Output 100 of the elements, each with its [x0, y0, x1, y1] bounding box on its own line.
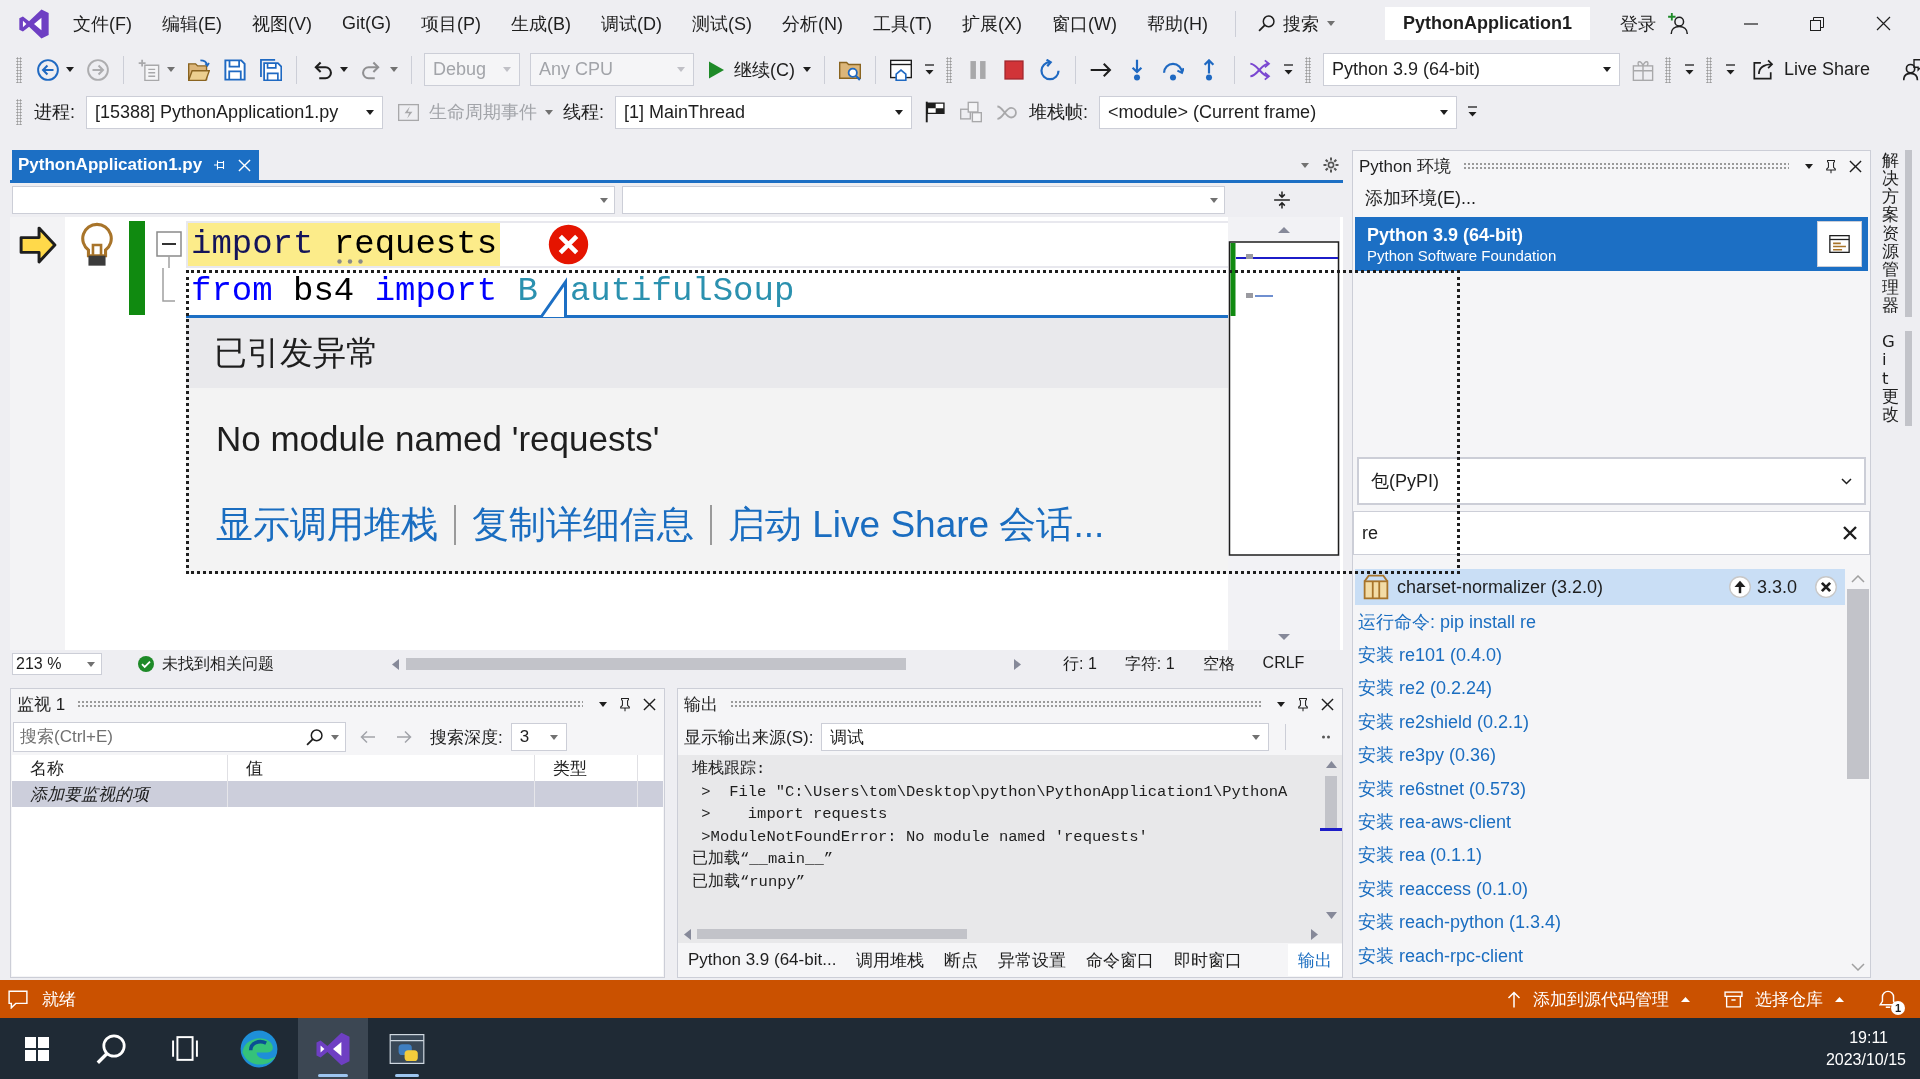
dropdown-field[interactable]: <module> (Current frame): [1099, 95, 1458, 129]
tool-window-tab[interactable]: 输出: [1288, 944, 1342, 976]
scrollbar-thumb[interactable]: [406, 658, 906, 670]
install-package-link[interactable]: 安装 reach-python (1.3.4): [1355, 905, 1845, 939]
pin-icon[interactable]: [619, 696, 631, 712]
settings-icon[interactable]: [1323, 157, 1339, 173]
suggestion-dots-icon[interactable]: [337, 259, 363, 264]
column-indicator[interactable]: 字符: 1: [1124, 653, 1175, 675]
taskbar-app[interactable]: [298, 1018, 368, 1079]
close-icon[interactable]: [1849, 159, 1862, 173]
search-input[interactable]: 搜索(Ctrl+E): [20, 725, 298, 749]
lightbulb-icon[interactable]: [78, 221, 116, 268]
line-indicator[interactable]: 行: 1: [1063, 653, 1097, 675]
toolbar-overflow-icon[interactable]: [1685, 63, 1694, 76]
output-source-dropdown[interactable]: 调试: [821, 723, 1270, 751]
clear-icon[interactable]: [1843, 526, 1857, 540]
scroll-left-icon[interactable]: [684, 928, 691, 940]
menu-item[interactable]: 编辑(E): [147, 5, 237, 42]
close-icon[interactable]: [1321, 697, 1334, 711]
scroll-down-icon[interactable]: [1325, 912, 1337, 919]
menu-item[interactable]: 视图(V): [237, 5, 327, 42]
environment-item[interactable]: Python 3.9 (64-bit) Python Software Foundation: [1355, 217, 1868, 271]
watch-row[interactable]: 添加要监视的项: [12, 781, 663, 807]
exception-link[interactable]: 启动 Live Share 会话...: [728, 500, 1105, 550]
menu-item[interactable]: 文件(F): [58, 5, 147, 42]
save-icon[interactable]: [224, 58, 246, 81]
tool-window-tab[interactable]: Python 3.9 (64-bit...: [678, 944, 847, 976]
title-grip[interactable]: [730, 700, 1261, 708]
scroll-left-icon[interactable]: [392, 658, 399, 670]
install-package-link[interactable]: 安装 reaccess (0.1.0): [1355, 872, 1845, 906]
pin-icon[interactable]: [1297, 696, 1309, 712]
split-window-icon[interactable]: [1273, 191, 1291, 209]
depth-dropdown[interactable]: 3: [510, 723, 567, 751]
exception-link[interactable]: 复制详细信息: [472, 500, 694, 550]
search-field[interactable]: 搜索(Ctrl+E): [13, 722, 346, 752]
scroll-up-icon[interactable]: [1325, 761, 1337, 768]
scrollbar-thumb[interactable]: [697, 929, 967, 939]
menu-item[interactable]: 项目(P): [406, 5, 496, 42]
message-icon[interactable]: [8, 989, 28, 1009]
add-person-icon[interactable]: [1667, 13, 1688, 34]
view-dropdown[interactable]: 包(PyPI): [1357, 457, 1866, 505]
caret-icon[interactable]: [803, 67, 811, 72]
package-row[interactable]: charset-normalizer (3.2.0) 3.3.0: [1355, 569, 1845, 605]
caret-icon[interactable]: [340, 67, 348, 72]
menu-item[interactable]: 扩展(X): [946, 5, 1037, 42]
side-tab[interactable]: Git 更改: [1878, 331, 1912, 426]
caret-icon[interactable]: [1805, 163, 1813, 169]
toolbar-overflow-icon[interactable]: [1468, 106, 1478, 118]
crossed-arrows-icon[interactable]: [1249, 58, 1271, 81]
sign-in-button[interactable]: 登录: [1619, 11, 1656, 36]
upgrade-icon[interactable]: [1728, 576, 1751, 598]
install-package-link[interactable]: 安装 re2 (0.2.24): [1355, 671, 1845, 706]
tool-window-tab[interactable]: 异常设置: [988, 944, 1077, 976]
scrollbar-thumb[interactable]: [1325, 776, 1337, 828]
install-package-link[interactable]: 安装 rea-aws-client: [1355, 805, 1845, 839]
menu-item[interactable]: 工具(T): [858, 5, 947, 42]
tool-window-tab[interactable]: 即时窗口: [1164, 944, 1253, 976]
line-ending-indicator[interactable]: CRLF: [1262, 653, 1305, 675]
back-icon[interactable]: [37, 58, 59, 81]
whitespace-indicator[interactable]: 空格: [1202, 653, 1235, 675]
toolbar-grip[interactable]: [1706, 56, 1712, 83]
horizontal-scrollbar[interactable]: [678, 925, 1342, 943]
dropdown-field[interactable]: [15388] PythonApplication1.py: [86, 95, 383, 129]
issues-status[interactable]: 未找到相关问题: [162, 653, 274, 675]
install-package-link[interactable]: 安装 rea (0.1.1): [1355, 838, 1845, 873]
install-package-link[interactable]: 安装 re3py (0.36): [1355, 738, 1845, 772]
minimize-icon[interactable]: [1744, 22, 1758, 25]
zoom-dropdown[interactable]: 213 %: [12, 653, 102, 675]
clock-time[interactable]: 19:11: [1849, 1026, 1888, 1049]
open-folder-icon[interactable]: [188, 58, 210, 81]
restart-icon[interactable]: [1039, 58, 1061, 81]
error-icon[interactable]: [548, 224, 590, 265]
search-icon[interactable]: [96, 1033, 126, 1064]
search-button[interactable]: 搜索: [1247, 5, 1345, 42]
menu-item[interactable]: Git(G): [327, 5, 406, 42]
package-search-field[interactable]: re: [1353, 511, 1870, 555]
toolbar-grip[interactable]: [1665, 56, 1671, 83]
title-grip[interactable]: [77, 700, 583, 708]
uninstall-icon[interactable]: [1815, 576, 1837, 598]
person-feedback-icon[interactable]: [1903, 58, 1920, 81]
close-icon[interactable]: [643, 697, 656, 711]
run-command-link[interactable]: 运行命令: pip install re: [1355, 605, 1845, 639]
toolbar-overflow-icon[interactable]: [1726, 63, 1735, 76]
scroll-right-icon[interactable]: [1014, 658, 1021, 670]
install-package-link[interactable]: 安装 re2shield (0.2.1): [1355, 705, 1845, 739]
exception-link[interactable]: 显示调用堆栈: [216, 500, 438, 550]
caret-icon[interactable]: [66, 67, 74, 72]
toolbar-grip[interactable]: [16, 56, 22, 83]
overview-button[interactable]: [1817, 221, 1862, 267]
pin-icon[interactable]: [1825, 158, 1837, 174]
save-all-icon[interactable]: [260, 58, 282, 81]
continue-button[interactable]: 继续(C): [699, 53, 803, 86]
task-view-icon[interactable]: [172, 1036, 198, 1061]
menu-item[interactable]: 测试(S): [677, 5, 767, 42]
add-environment-button[interactable]: 添加环境(E)...: [1353, 181, 1870, 215]
clock-date[interactable]: 2023/10/15: [1825, 1048, 1906, 1071]
caret-icon[interactable]: [1277, 701, 1285, 707]
toolbar-overflow-icon[interactable]: [1284, 63, 1293, 76]
install-package-link[interactable]: 安装 reach-rpc-client: [1355, 938, 1845, 973]
package-search-input[interactable]: re: [1362, 520, 1843, 546]
